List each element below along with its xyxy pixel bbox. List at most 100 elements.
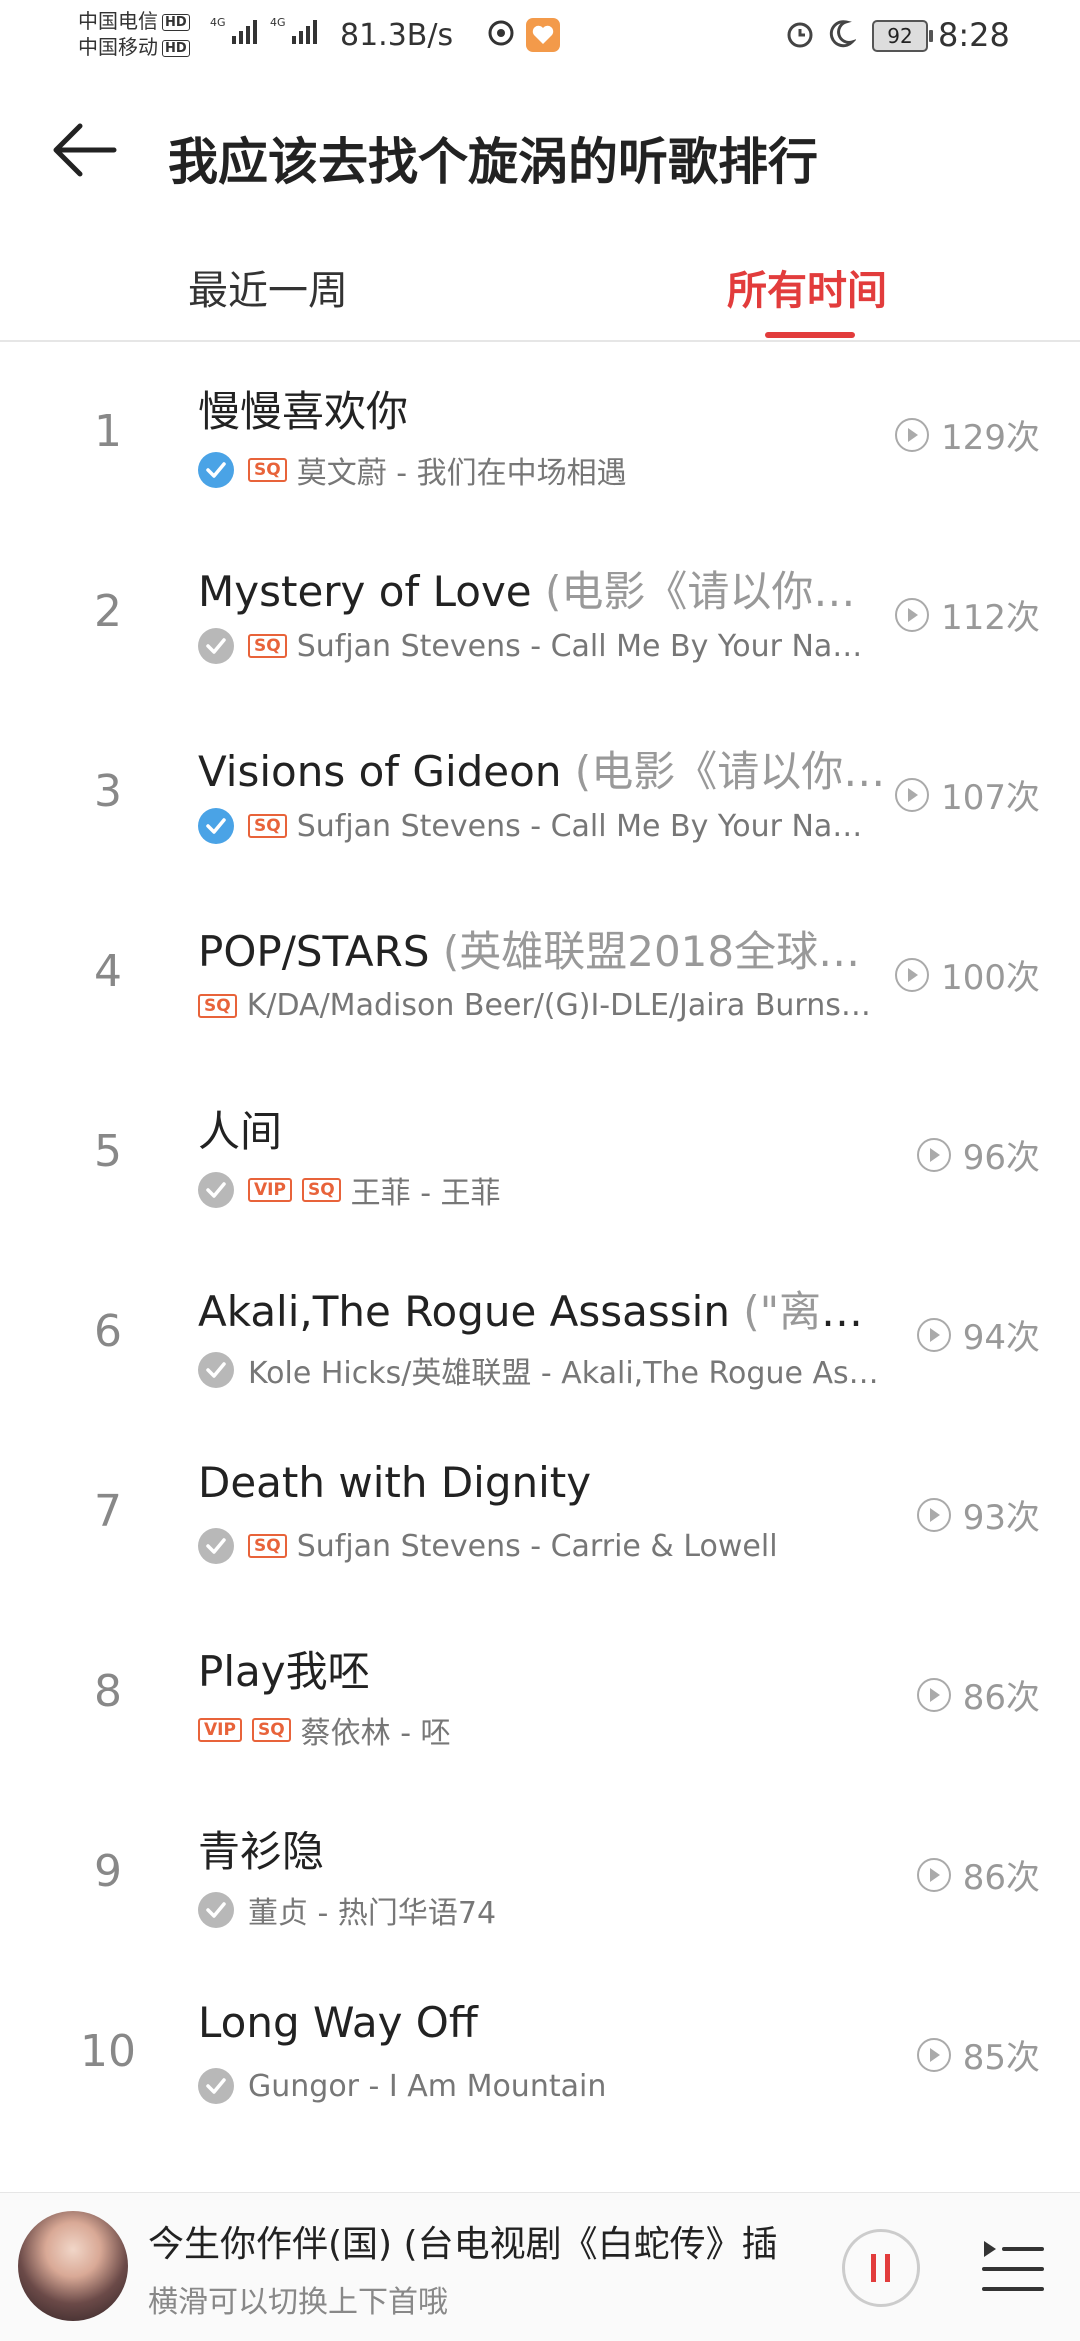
song-row[interactable]: 2 Mystery of Love (电影《请以你… SQ Sufjan Steven… <box>0 522 1080 702</box>
page-title: 我应该去找个旋涡的听歌排行 <box>168 133 818 191</box>
song-row[interactable]: 6 Akali,The Rogue Assassin ("离群… Kole Hick… <box>0 1242 1080 1422</box>
battery-indicator: 92 <box>872 20 933 52</box>
check-mark-icon <box>206 1902 226 1918</box>
play-circle-icon <box>916 1497 951 1532</box>
play-count-text: 100次 <box>941 958 1040 998</box>
downloaded-check-icon <box>198 808 234 844</box>
carrier-info: 中国电信 HD 中国移动 HD <box>78 8 190 60</box>
song-meta: SQ Sufjan Stevens - Call Me By Your Nam… <box>198 628 888 664</box>
tab-recent-week[interactable]: 最近一周 <box>188 258 348 316</box>
rank-number: 5 <box>94 1126 122 1177</box>
song-title: POP/STARS (英雄联盟2018全球… <box>198 918 888 979</box>
back-arrow-icon[interactable] <box>50 120 120 180</box>
play-count-text: 86次 <box>962 1678 1040 1718</box>
song-title: Play我呸 <box>198 1638 888 1699</box>
now-playing-title: 今生你作伴(国) (台电视剧《白蛇传》插 <box>148 2224 778 2265</box>
song-name: Akali,The Rogue Assassin <box>198 1287 730 1336</box>
play-circle-icon <box>895 957 930 992</box>
check-mark-icon <box>206 1538 226 1554</box>
sq-badge: SQ <box>251 1718 291 1742</box>
song-meta: VIP SQ 蔡依林 - 呸 <box>198 1708 888 1752</box>
artist-album: 董贞 - 热门华语74 <box>248 1896 497 1931</box>
signal-icon: 4G <box>270 16 317 44</box>
play-circle-icon <box>916 1857 951 1892</box>
play-count: 129次 <box>895 410 1040 459</box>
pause-button[interactable] <box>842 2229 920 2307</box>
song-title: Mystery of Love (电影《请以你… <box>198 558 888 619</box>
song-list: 1 慢慢喜欢你 SQ 莫文蔚 - 我们在中场相遇 129次 2 Mystery of Lov… <box>0 342 1080 2142</box>
song-title: Death with Dignity <box>198 1458 888 1507</box>
carrier-2: 中国移动 <box>78 35 158 59</box>
play-circle-icon <box>895 597 930 632</box>
song-row[interactable]: 8 Play我呸 VIP SQ 蔡依林 - 呸 86次 <box>0 1602 1080 1782</box>
rank-number: 7 <box>94 1486 122 1537</box>
alarm-icon <box>787 22 813 48</box>
song-row[interactable]: 7 Death with Dignity SQ Sufjan Stevens - Ca… <box>0 1422 1080 1602</box>
tab-all-time[interactable]: 所有时间 <box>727 258 887 316</box>
song-name: 青衫隐 <box>198 1827 325 1876</box>
hd-badge: HD <box>162 14 190 31</box>
song-name: Play我呸 <box>198 1647 370 1696</box>
play-count: 86次 <box>916 1670 1040 1719</box>
play-count: 112次 <box>895 590 1040 639</box>
play-count-text: 112次 <box>941 598 1040 638</box>
song-row[interactable]: 5 人间 VIP SQ 王菲 - 王菲 96次 <box>0 1062 1080 1242</box>
check-mark-icon <box>206 638 226 654</box>
play-circle-icon <box>916 1137 951 1172</box>
song-title: Visions of Gideon (电影《请以你… <box>198 738 888 799</box>
artist-album: 莫文蔚 - 我们在中场相遇 <box>296 456 627 491</box>
song-meta: SQ 莫文蔚 - 我们在中场相遇 <box>198 448 888 492</box>
song-row[interactable]: 9 青衫隐 董贞 - 热门华语74 86次 <box>0 1782 1080 1962</box>
song-alias: (电影《请以你… <box>531 567 856 616</box>
play-count-text: 93次 <box>962 1498 1040 1538</box>
sq-badge: SQ <box>198 993 237 1018</box>
song-row[interactable]: 4 POP/STARS (英雄联盟2018全球… SQ K/DA/Madison Be… <box>0 882 1080 1062</box>
song-alias: (电影《请以你… <box>561 747 886 796</box>
now-playing-hint: 横滑可以切换上下首哦 <box>148 2285 448 2320</box>
play-count-text: 94次 <box>962 1318 1040 1358</box>
artist-album: Kole Hicks/英雄联盟 - Akali,The Rogue As… <box>248 1356 879 1391</box>
song-meta: Gungor - I Am Mountain <box>198 2068 888 2104</box>
sq-badge: SQ <box>248 1534 287 1558</box>
play-count-text: 85次 <box>962 2038 1040 2078</box>
play-count: 107次 <box>895 770 1040 819</box>
play-circle-icon <box>916 1677 951 1712</box>
network-speed: 81.3B/s <box>340 18 454 53</box>
song-row[interactable]: 3 Visions of Gideon (电影《请以你… SQ Sufjan Stev… <box>0 702 1080 882</box>
play-count: 100次 <box>895 950 1040 999</box>
play-circle-icon <box>916 2037 951 2072</box>
song-title: Long Way Off <box>198 1998 888 2047</box>
play-count-text: 129次 <box>941 418 1040 458</box>
mini-player[interactable]: 今生你作伴(国) (台电视剧《白蛇传》插 横滑可以切换上下首哦 <box>0 2192 1080 2341</box>
moon-icon <box>829 20 856 48</box>
vip-badge: VIP <box>248 1178 292 1202</box>
check-mark-icon <box>206 1182 226 1198</box>
clock: 8:28 <box>938 16 1010 54</box>
cached-check-icon <box>198 1528 234 1564</box>
song-alias: ("离群… <box>729 1287 888 1336</box>
signal-icon: 4G <box>210 16 257 44</box>
song-meta: SQ K/DA/Madison Beer/(G)I-DLE/Jaira Burns… <box>198 988 888 1023</box>
play-count: 93次 <box>916 1490 1040 1539</box>
rank-number: 4 <box>94 946 122 997</box>
active-tab-indicator <box>765 332 855 338</box>
netease-icon <box>488 20 514 46</box>
rank-number: 1 <box>94 406 122 457</box>
play-count-text: 86次 <box>962 1858 1040 1898</box>
play-count: 85次 <box>916 2030 1040 2079</box>
carrier-1: 中国电信 <box>78 9 158 33</box>
song-meta: SQ Sufjan Stevens - Carrie & Lowell <box>198 1528 888 1564</box>
status-bar: 中国电信 HD 中国移动 HD 4G 4G 81.3B/s 92 8:28 <box>0 0 1080 72</box>
sq-badge: SQ <box>301 1178 341 1202</box>
playlist-queue-icon[interactable] <box>980 2233 1046 2299</box>
song-name: Death with Dignity <box>198 1458 592 1507</box>
check-mark-icon <box>206 818 226 834</box>
album-cover[interactable] <box>18 2211 128 2321</box>
song-title: Akali,The Rogue Assassin ("离群… <box>198 1278 888 1339</box>
song-row[interactable]: 1 慢慢喜欢你 SQ 莫文蔚 - 我们在中场相遇 129次 <box>0 342 1080 522</box>
song-row[interactable]: 10 Long Way Off Gungor - I Am Mountain 85次 <box>0 1962 1080 2142</box>
vip-badge: VIP <box>198 1718 242 1742</box>
play-count-text: 96次 <box>962 1138 1040 1178</box>
artist-album: K/DA/Madison Beer/(G)I-DLE/Jaira Burns… <box>246 988 871 1023</box>
song-name: 慢慢喜欢你 <box>198 387 409 436</box>
